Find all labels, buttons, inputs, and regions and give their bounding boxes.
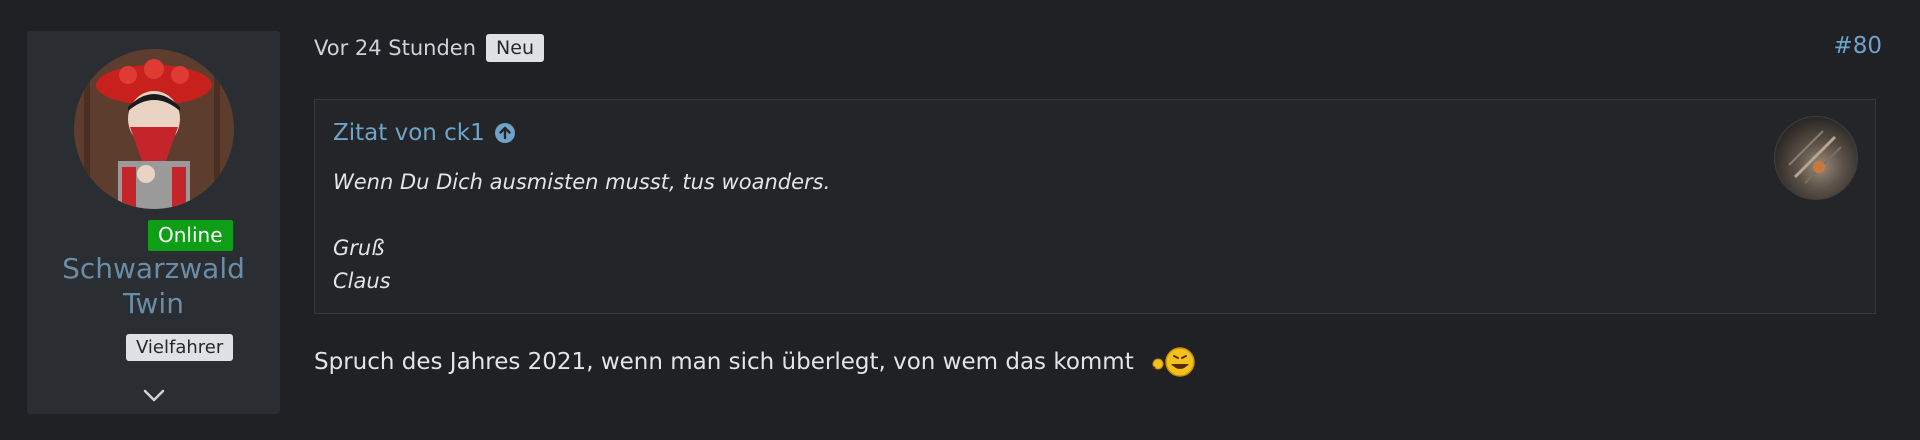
quote-block: Zitat von ck1 Wenn Du Dich ausmisten mus…: [314, 99, 1876, 314]
quote-line: Claus: [333, 269, 391, 293]
online-status-badge: Online: [148, 220, 233, 251]
avatar[interactable]: [74, 49, 234, 209]
quote-author-avatar[interactable]: [1774, 116, 1858, 200]
laughing-smiley-icon: [1148, 344, 1196, 380]
username-line2[interactable]: Twin: [27, 286, 280, 321]
arrow-up-circle-icon[interactable]: [494, 122, 516, 144]
username-line1[interactable]: Schwarzwald: [27, 251, 280, 286]
user-avatar-wrap[interactable]: Online: [74, 49, 234, 251]
avatar-image: [74, 49, 234, 209]
post-number-link[interactable]: #80: [1833, 33, 1882, 59]
post-meta: Vor 24 Stunden Neu: [314, 34, 544, 62]
quote-header[interactable]: Zitat von ck1: [333, 120, 516, 146]
username[interactable]: Schwarzwald Twin: [27, 251, 280, 321]
user-rank-badge: Vielfahrer: [126, 334, 234, 361]
post-message: Spruch des Jahres 2021, wenn man sich üb…: [314, 344, 1196, 380]
quote-author-link[interactable]: Zitat von ck1: [333, 120, 485, 146]
quote-line: Gruß: [333, 236, 385, 260]
new-badge: Neu: [486, 34, 544, 62]
message-text: Spruch des Jahres 2021, wenn man sich üb…: [314, 349, 1134, 375]
user-panel: Online Schwarzwald Twin Vielfahrer: [27, 31, 280, 414]
chevron-down-icon[interactable]: [140, 386, 168, 406]
quote-line: Wenn Du Dich ausmisten musst, tus woande…: [333, 170, 831, 194]
post-time[interactable]: Vor 24 Stunden: [314, 36, 476, 60]
quote-body: Wenn Du Dich ausmisten musst, tus woande…: [333, 166, 830, 298]
